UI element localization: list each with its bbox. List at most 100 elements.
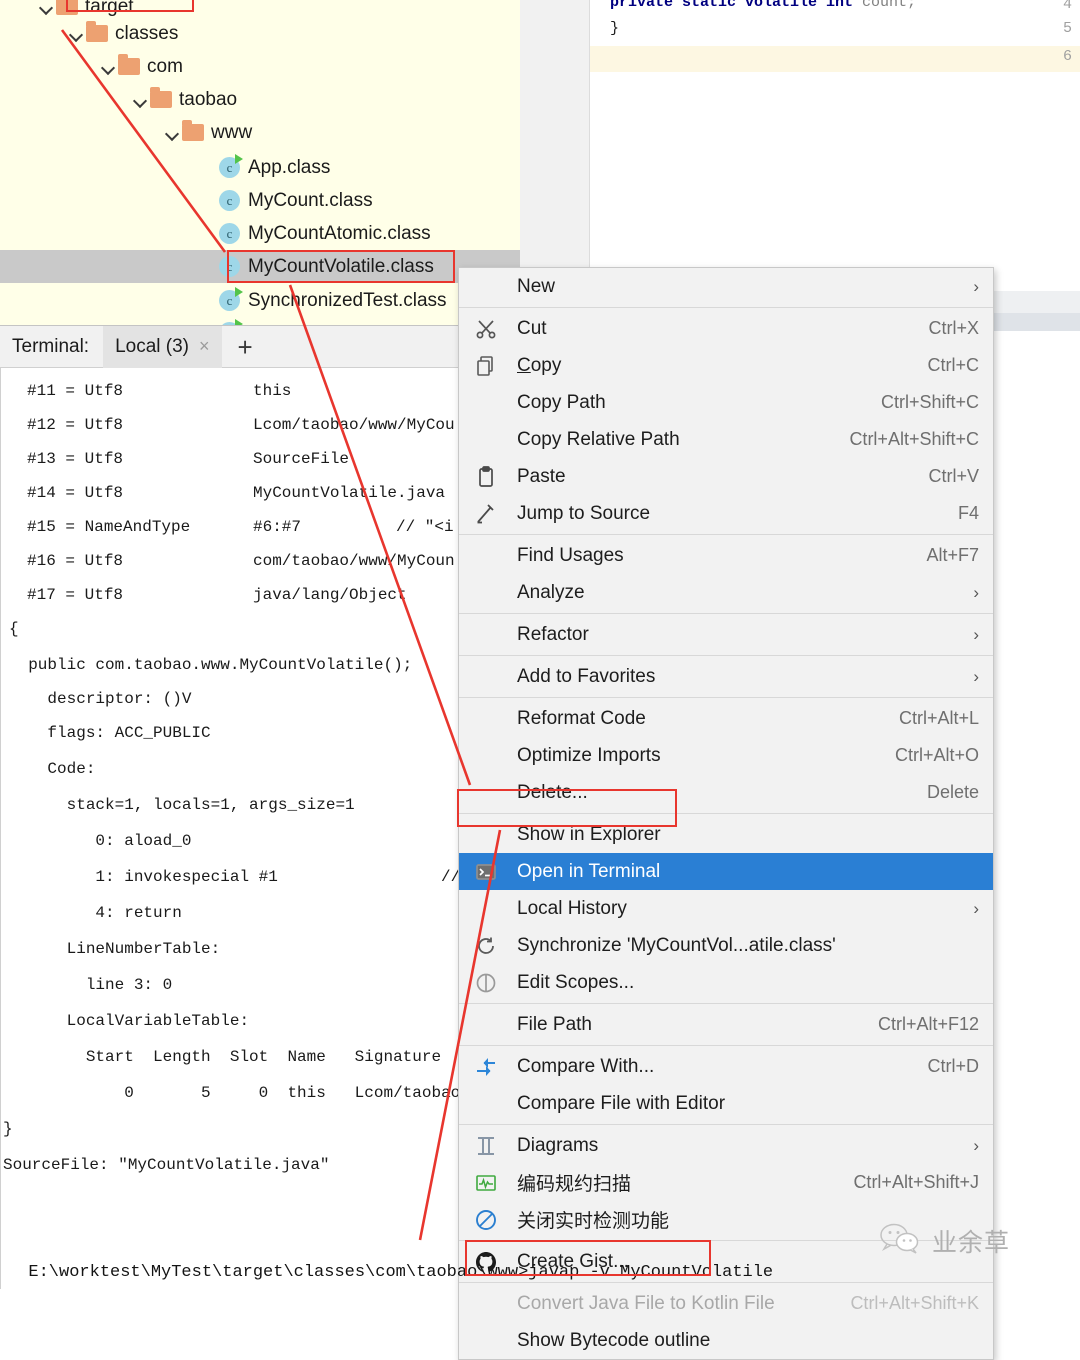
- terminal-line: Code:: [1, 760, 470, 794]
- terminal-header: Terminal: Local (3) × +: [0, 326, 470, 368]
- menu-separator: [459, 1003, 993, 1004]
- folder-icon: [118, 58, 140, 75]
- chevron-down-icon[interactable]: [132, 91, 150, 109]
- chevron-down-icon[interactable]: [38, 0, 56, 16]
- menu-item-label: Compare File with Editor: [517, 1093, 979, 1115]
- menu-item-shortcut: Alt+F7: [906, 545, 979, 566]
- menu-item-label: Synchronize 'MyCountVol...atile.class': [517, 935, 979, 957]
- menu-item-refactor[interactable]: Refactor ›: [459, 616, 993, 653]
- menu-item-optimize-imports[interactable]: Optimize Imports Ctrl+Alt+O: [459, 737, 993, 774]
- terminal-output[interactable]: #11 = Utf8this #12 = Utf8Lcom/taobao/www…: [0, 368, 470, 1289]
- menu-item-label: Analyze: [517, 582, 953, 604]
- menu-item-add-to-favorites[interactable]: Add to Favorites ›: [459, 658, 993, 695]
- tree-item-label: taobao: [179, 89, 237, 111]
- menu-item-copy-path[interactable]: Copy Path Ctrl+Shift+C: [459, 384, 993, 421]
- paste-icon: [473, 464, 499, 490]
- empty-icon: [473, 822, 499, 848]
- menu-item-local-history[interactable]: Local History ›: [459, 890, 993, 927]
- menu-item-shortcut: Ctrl+V: [908, 466, 979, 487]
- empty-icon: [473, 1012, 499, 1038]
- menu-item-compare-file-with-editor[interactable]: Compare File with Editor: [459, 1085, 993, 1122]
- menu-item-paste[interactable]: Paste Ctrl+V: [459, 458, 993, 495]
- menu-item-label: New: [517, 276, 953, 298]
- menu-item-label: 关闭实时检测功能: [517, 1206, 979, 1233]
- tree-row[interactable]: taobao: [0, 83, 520, 116]
- folder-icon: [182, 124, 204, 141]
- chevron-down-icon[interactable]: [100, 58, 118, 76]
- terminal-tab-local[interactable]: Local (3) ×: [103, 326, 221, 368]
- menu-item-cut[interactable]: Cut Ctrl+X: [459, 310, 993, 347]
- terminal-line: #13 = Utf8SourceFile: [1, 450, 470, 484]
- menu-item-shortcut: Ctrl+Shift+C: [861, 392, 979, 413]
- terminal-panel[interactable]: Terminal: Local (3) × + #11 = Utf8this #…: [0, 325, 470, 1288]
- sync-icon: [473, 933, 499, 959]
- menu-item-open-in-terminal[interactable]: Open in Terminal: [459, 853, 993, 890]
- close-icon[interactable]: ×: [199, 336, 210, 357]
- menu-item-copy-relative-path[interactable]: Copy Relative Path Ctrl+Alt+Shift+C: [459, 421, 993, 458]
- empty-icon: [473, 780, 499, 806]
- menu-item-new[interactable]: New ›: [459, 268, 993, 305]
- terminal-line: line 3: 0: [1, 976, 470, 1010]
- menu-item-label: Open in Terminal: [517, 861, 979, 883]
- menu-item-reformat-code[interactable]: Reformat Code Ctrl+Alt+L: [459, 700, 993, 737]
- menu-separator: [459, 813, 993, 814]
- menu-item-shortcut: Ctrl+Alt+L: [879, 708, 979, 729]
- menu-item-label: Copy Path: [517, 392, 861, 414]
- menu-item-show-in-explorer[interactable]: Show in Explorer: [459, 816, 993, 853]
- menu-item-show-bytecode-outline[interactable]: Show Bytecode outline: [459, 1322, 993, 1359]
- empty-icon: [473, 580, 499, 606]
- background-fill: [993, 313, 1080, 331]
- java-class-icon: c: [219, 190, 240, 211]
- menu-item-code-convention-scan[interactable]: 编码规约扫描 Ctrl+Alt+Shift+J: [459, 1164, 993, 1201]
- menu-item-compare-with[interactable]: Compare With... Ctrl+D: [459, 1048, 993, 1085]
- terminal-line: #11 = Utf8this: [1, 382, 470, 416]
- background-fill: [993, 331, 1080, 1288]
- terminal-line: }: [1, 1120, 470, 1154]
- menu-item-edit-scopes[interactable]: Edit Scopes...: [459, 964, 993, 1001]
- chevron-right-icon: ›: [953, 667, 979, 687]
- menu-item-file-path[interactable]: File Path Ctrl+Alt+F12: [459, 1006, 993, 1043]
- java-class-runnable-icon: c: [219, 290, 240, 311]
- menu-item-shortcut: Delete: [907, 782, 979, 803]
- terminal-line: 4: return: [1, 904, 470, 938]
- terminal-prompt-line[interactable]: E:\worktest\MyTest\target\classes\com\ta…: [0, 1244, 1080, 1278]
- chevron-down-icon[interactable]: [68, 25, 86, 43]
- project-tree[interactable]: target classes com taobao www c App.clas…: [0, 0, 520, 325]
- tree-row[interactable]: www: [0, 116, 520, 149]
- menu-item-find-usages[interactable]: Find Usages Alt+F7: [459, 537, 993, 574]
- tree-item-label: www: [211, 122, 252, 144]
- add-terminal-tab-icon[interactable]: +: [222, 334, 269, 360]
- tree-item-label: target: [85, 0, 134, 18]
- context-menu[interactable]: New › Cut Ctrl+X CCopyopy Ctrl+C Copy Pa…: [458, 267, 994, 1360]
- terminal-command[interactable]: javap -v MyCountVolatile: [528, 1263, 773, 1282]
- menu-item-label: Add to Favorites: [517, 666, 953, 688]
- background-fill: [993, 291, 1080, 313]
- terminal-line: LocalVariableTable:: [1, 1012, 470, 1046]
- chevron-down-icon[interactable]: [164, 124, 182, 142]
- tree-row[interactable]: c MyCountAtomic.class: [0, 217, 520, 250]
- menu-item-disable-realtime-check[interactable]: 关闭实时检测功能: [459, 1201, 993, 1238]
- tree-row[interactable]: c MyCount.class: [0, 184, 520, 217]
- tree-row[interactable]: c App.class: [0, 151, 520, 184]
- menu-separator: [459, 655, 993, 656]
- tree-row[interactable]: c SynchronizedTest.class: [0, 284, 520, 317]
- tree-row[interactable]: com: [0, 50, 520, 83]
- menu-item-copy[interactable]: CCopyopy Ctrl+C: [459, 347, 993, 384]
- menu-item-label: Diagrams: [517, 1135, 953, 1157]
- tree-row[interactable]: classes: [0, 17, 520, 50]
- compare-icon: [473, 1054, 499, 1080]
- menu-item-jump-to-source[interactable]: Jump to Source F4: [459, 495, 993, 532]
- java-class-runnable-icon: c: [219, 157, 240, 178]
- menu-item-shortcut: Ctrl+Alt+Shift+J: [833, 1172, 979, 1193]
- menu-separator: [459, 307, 993, 308]
- tree-row-selected[interactable]: c MyCountVolatile.class: [0, 250, 520, 283]
- menu-item-diagrams[interactable]: Diagrams ›: [459, 1127, 993, 1164]
- menu-item-synchronize[interactable]: Synchronize 'MyCountVol...atile.class': [459, 927, 993, 964]
- terminal-line: descriptor: ()V: [1, 690, 470, 724]
- menu-item-label: Local History: [517, 898, 953, 920]
- menu-item-analyze[interactable]: Analyze ›: [459, 574, 993, 611]
- tree-item-label: classes: [115, 23, 178, 45]
- menu-item-delete[interactable]: Delete... Delete: [459, 774, 993, 811]
- menu-item-label: File Path: [517, 1014, 858, 1036]
- menu-item-label: Refactor: [517, 624, 953, 646]
